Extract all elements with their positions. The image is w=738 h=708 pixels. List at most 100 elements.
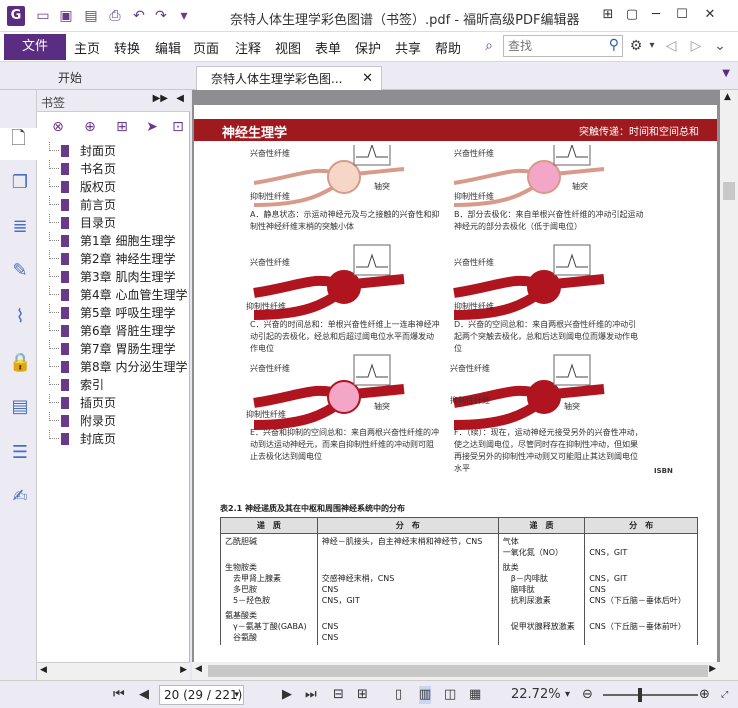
collapse-ribbon-icon[interactable]: ⌄ [712,38,728,54]
menu-page[interactable]: 页面 [193,38,219,57]
menu-view[interactable]: 视图 [275,38,301,57]
menu-home[interactable]: 主页 [74,38,100,57]
continuous-page-icon[interactable]: ▥ [419,686,432,704]
signature-panel-icon[interactable]: ✍ [9,486,31,508]
comments-panel-icon[interactable]: ✎ [9,260,31,282]
previous-page-icon[interactable]: ◀ [139,686,149,704]
delete-bookmark-icon[interactable]: ⊗ [49,118,67,136]
bookmark-item[interactable]: 第6章 肾脏生理学 [37,322,190,340]
scroll-right-icon[interactable]: ▶ [180,665,187,675]
doc-scroll-right-icon[interactable]: ▶ [709,664,716,674]
tab-start[interactable]: 开始 [44,66,194,90]
document-horizontal-scrollbar[interactable]: ◀ ▶ [192,662,738,680]
page-number-input[interactable]: 20 (29 / 221) ▾ [159,685,244,705]
expand-panel-icon[interactable]: ▶▶ [153,93,168,104]
app-logo-icon[interactable]: G [7,6,25,26]
bookmark-item[interactable]: 第7章 胃肠生理学 [37,340,190,358]
pages-panel-icon[interactable]: ❐ [9,172,31,194]
settings-dropdown-icon[interactable]: ▾ [644,38,660,54]
doc-scroll-left-icon[interactable]: ◀ [195,664,202,674]
zoom-slider-handle[interactable] [638,688,642,702]
bookmark-item[interactable]: 第1章 细胞生理学 [37,232,190,250]
search-box[interactable]: ⚲ [503,35,623,57]
minimize-icon[interactable]: ─ [646,6,666,24]
menu-form[interactable]: 表单 [315,38,341,57]
tab-close-icon[interactable]: ✕ [362,67,373,91]
security-lock-icon[interactable]: 🔒 [9,352,31,374]
scroll-up-icon[interactable]: ▲ [724,92,731,102]
redo-icon[interactable]: ↷ [153,8,169,24]
document-viewport[interactable]: 神经生理学 突触传递：时间和空间总和 兴奋性纤维 抑制性纤维 轴突 兴奋性纤维 … [192,90,738,680]
bookmark-item[interactable]: 第8章 内分泌生理学 [37,358,190,376]
search-icon[interactable]: ⚲ [609,37,619,53]
find-folder-icon[interactable]: ⌕ [481,38,497,54]
zoom-slider[interactable] [603,694,698,696]
save-as-icon[interactable]: ▤ [83,8,99,24]
print-icon[interactable]: ⎙ [107,8,123,24]
document-vertical-scrollbar[interactable]: ▲ [720,90,738,662]
attachments-panel-icon[interactable]: ⌇ [9,306,31,328]
bookmark-item[interactable]: 书名页 [37,160,190,178]
tab-list-icon[interactable]: ▼ [722,68,730,79]
tab-document[interactable]: 奈特人体生理学彩色图... ✕ [196,66,382,90]
panel-horizontal-scrollbar[interactable]: ◀ ▶ [37,662,190,680]
collapse-panel-icon[interactable]: ◀ [176,93,184,104]
continuous-facing-icon[interactable]: ▦ [469,686,481,704]
document-properties-icon[interactable]: ▤ [9,396,31,418]
bookmark-item[interactable]: 附录页 [37,412,190,430]
menu-protect[interactable]: 保护 [355,38,381,57]
scroll-left-icon[interactable]: ◀ [40,665,47,675]
add-bookmark-icon[interactable]: ⊕ [81,118,99,136]
file-menu-button[interactable]: 文件 [4,34,66,60]
bookmark-item[interactable]: 第5章 呼吸生理学 [37,304,190,322]
zoom-in-icon[interactable]: ⊕ [699,686,710,704]
bookmark-item[interactable]: 版权页 [37,178,190,196]
search-input[interactable] [504,36,600,56]
last-page-icon[interactable]: ⏭ [305,686,317,704]
menu-comment[interactable]: 注释 [235,38,261,57]
bookmark-item[interactable]: 插页页 [37,394,190,412]
next-page-icon[interactable]: ▶ [282,686,292,704]
menu-share[interactable]: 共享 [395,38,421,57]
zoom-level[interactable]: 22.72% [511,686,561,704]
first-page-icon[interactable]: ⏮ [113,686,125,704]
bookmark-from-page-icon[interactable]: ⊡ [169,118,187,136]
facing-page-icon[interactable]: ◫ [444,686,456,704]
bookmark-arrow-icon[interactable]: ➤ [143,118,161,136]
menu-edit[interactable]: 编辑 [155,38,181,57]
menu-convert[interactable]: 转换 [114,38,140,57]
zoom-dropdown-icon[interactable]: ▾ [565,686,570,704]
next-view-icon[interactable]: ⊞ [357,686,368,704]
layers-panel-icon[interactable]: ≣ [9,216,31,238]
previous-view-icon[interactable]: ⊟ [333,686,344,704]
settings-gear-icon[interactable]: ⚙ [628,38,644,54]
maximize-icon[interactable]: ☐ [672,6,692,24]
content-panel-icon[interactable]: ☰ [9,442,31,464]
bookmark-item[interactable]: 第2章 神经生理学 [37,250,190,268]
bookmark-item[interactable]: 封底页 [37,430,190,448]
horizontal-scroll-thumb[interactable] [208,665,708,677]
bookmark-item[interactable]: 第4章 心血管生理学 [37,286,190,304]
save-icon[interactable]: ▣ [58,8,74,24]
bookmark-panel-icon[interactable]: 🗋 [0,128,37,160]
vertical-scroll-thumb[interactable] [723,182,735,200]
single-page-icon[interactable]: ▯ [395,686,402,704]
help-icon[interactable]: ▢ [622,6,642,24]
zoom-out-icon[interactable]: ⊖ [582,686,593,704]
forward-icon[interactable]: ▷ [688,38,704,54]
bookmark-item[interactable]: 第3章 肌肉生理学 [37,268,190,286]
menu-help[interactable]: 帮助 [435,38,461,57]
back-icon[interactable]: ◁ [663,38,679,54]
close-window-icon[interactable]: ✕ [700,6,720,24]
page-dropdown-icon[interactable]: ▾ [234,686,239,704]
open-icon[interactable]: ▭ [35,8,51,24]
bookmark-item[interactable]: 目录页 [37,214,190,232]
bookmark-item[interactable]: 前言页 [37,196,190,214]
fullscreen-icon[interactable]: ⤢ [721,686,728,704]
new-child-bookmark-icon[interactable]: ⊞ [113,118,131,136]
bookmark-item[interactable]: 封面页 [37,142,190,160]
undo-icon[interactable]: ↶ [131,8,147,24]
quick-access-dropdown-icon[interactable]: ▾ [176,8,192,24]
bookmark-item[interactable]: 索引 [37,376,190,394]
restore-layout-icon[interactable]: ⊞ [598,6,618,24]
